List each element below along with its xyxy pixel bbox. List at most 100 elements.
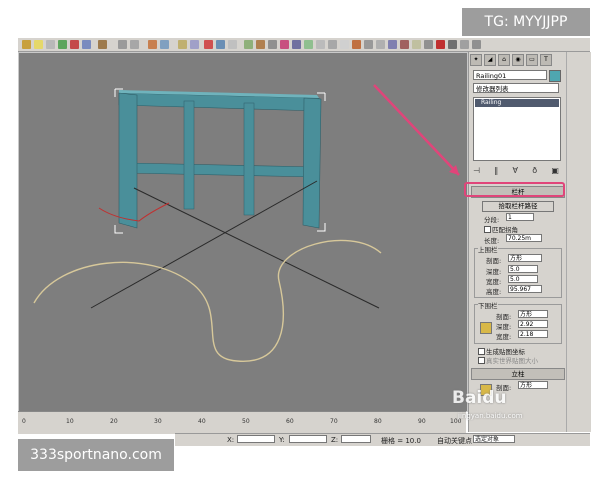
site-overlay: 333sportnano.com [18,439,174,471]
top-rail-group-label: 上围栏 [478,244,498,254]
show-end-result-icon[interactable]: ‖ [494,166,498,175]
toolbar-extra17-icon[interactable] [472,40,481,49]
height-spinner[interactable]: 95.967 [508,285,542,293]
lower-depth-label: 深度: [496,323,512,331]
align-icon[interactable] [160,40,169,49]
modifier-stack[interactable]: Railing [473,97,561,161]
z-coordinate-field[interactable] [341,435,371,443]
toolbar-extra12-icon[interactable] [412,40,421,49]
auto-key-button[interactable]: 自动关键点 [437,436,472,446]
profile-label: 剖面: [486,257,502,265]
ruler-tick: 10 [66,418,74,425]
lower-width-spinner[interactable]: 2.18 [518,330,548,338]
motion-tab-icon[interactable]: ◉ [512,54,524,66]
display-tab-icon[interactable]: ▭ [526,54,538,66]
angle-snap-icon[interactable] [130,40,139,49]
ruler-tick: 70 [330,418,338,425]
grid-readout: 栅格 = 10.0 [381,437,421,445]
render-icon[interactable] [228,40,237,49]
layer-icon[interactable] [178,40,187,49]
quick-render-icon[interactable] [256,40,265,49]
toolbar-extra2-icon[interactable] [292,40,301,49]
tg-tag-overlay: TG: MYYJJPP [462,8,590,36]
ruler-tick: 40 [198,418,206,425]
toolbar-extra5-icon[interactable] [328,40,337,49]
railing-object[interactable] [114,88,326,234]
toolbar-extra8-icon[interactable] [364,40,373,49]
toolbar-extra15-icon[interactable] [448,40,457,49]
segments-spinner[interactable]: 1 [506,213,534,221]
real-world-size-checkbox[interactable] [478,357,485,364]
rotate-icon[interactable] [70,40,79,49]
undo-icon[interactable] [22,40,31,49]
length-spinner[interactable]: 70.25m [506,234,542,242]
width-label: 宽度: [486,278,502,286]
stack-item-railing[interactable]: Railing [475,99,559,107]
schematic-icon[interactable] [244,40,253,49]
create-tab-icon[interactable]: ✦ [470,54,482,66]
move-icon[interactable] [58,40,67,49]
perspective-viewport[interactable] [18,52,468,412]
teapot-icon[interactable] [268,40,277,49]
middle-rail [126,162,318,178]
ruler-tick: 0 [22,418,26,425]
object-color-swatch[interactable] [549,70,561,82]
status-bar: X: Y: Z: 栅格 = 10.0 自动关键点 选定对象 [175,433,590,446]
toolbar-extra6-icon[interactable] [340,40,349,49]
x-coordinate-field[interactable] [237,435,275,443]
ruler-tick: 20 [110,418,118,425]
toolbar-extra13-icon[interactable] [424,40,433,49]
toolbar-extra-icon[interactable] [280,40,289,49]
curve-editor-icon[interactable] [190,40,199,49]
pin-stack-icon[interactable]: ⊣ [473,166,480,175]
lower-profile-dropdown[interactable]: 方形 [518,310,548,318]
y-coordinate-field[interactable] [289,435,327,443]
scale-icon[interactable] [82,40,91,49]
y-label: Y: [279,436,285,444]
x-label: X: [227,436,235,444]
ruler-tick: 30 [154,418,162,425]
toolbar-extra16-icon[interactable] [460,40,469,49]
toolbar-extra3-icon[interactable] [304,40,313,49]
modifier-list-dropdown[interactable]: 修改器列表 [473,83,559,93]
pick-railing-path-button[interactable]: 拾取栏杆路径 [482,201,554,212]
lower-rail-spacing-icon[interactable] [480,322,492,334]
make-unique-icon[interactable]: ∀ [513,166,518,175]
generate-mapping-checkbox[interactable] [478,348,485,355]
select-icon[interactable] [34,40,43,49]
remove-modifier-icon[interactable]: ð [532,166,537,175]
select-region-icon[interactable] [46,40,55,49]
mirror-icon[interactable] [148,40,157,49]
object-name-field[interactable]: Railing01 [473,70,547,80]
configure-sets-icon[interactable]: ▣ [551,166,559,175]
toolbar-extra4-icon[interactable] [316,40,325,49]
toolbar-extra7-icon[interactable] [352,40,361,49]
post-1 [183,100,195,210]
selection-dropdown[interactable]: 选定对象 [473,435,515,443]
profile-dropdown[interactable]: 方形 [508,254,542,262]
modify-tab-icon[interactable]: ◢ [484,54,496,66]
toolbar-extra10-icon[interactable] [388,40,397,49]
timeline-ruler[interactable]: 0 10 20 30 40 50 60 70 80 90 100 [18,411,466,434]
toolbar-extra11-icon[interactable] [400,40,409,49]
posts-profile-dropdown[interactable]: 方形 [518,381,548,389]
width-spinner[interactable]: 5.0 [508,275,538,283]
grid-line-a [133,187,380,309]
ruler-tick: 80 [374,418,382,425]
command-panel-tabs: ✦ ◢ ⌂ ◉ ▭ T [470,54,564,66]
link-icon[interactable] [98,40,107,49]
snap-icon[interactable] [118,40,127,49]
toolbar-extra9-icon[interactable] [376,40,385,49]
utilities-tab-icon[interactable]: T [540,54,552,66]
posts-rollout-header[interactable]: 立柱 [471,368,565,380]
material-editor-icon[interactable] [204,40,213,49]
hierarchy-tab-icon[interactable]: ⌂ [498,54,510,66]
lower-depth-spinner[interactable]: 2.92 [518,320,548,328]
toolbar-extra14-icon[interactable] [436,40,445,49]
match-corners-checkbox[interactable] [484,226,491,233]
render-setup-icon[interactable] [216,40,225,49]
ruler-tick: 90 [418,418,426,425]
depth-spinner[interactable]: 5.0 [508,265,538,273]
stack-tools: ⊣ ‖ ∀ ð ▣ [473,164,559,176]
viewport-scene [33,84,460,362]
